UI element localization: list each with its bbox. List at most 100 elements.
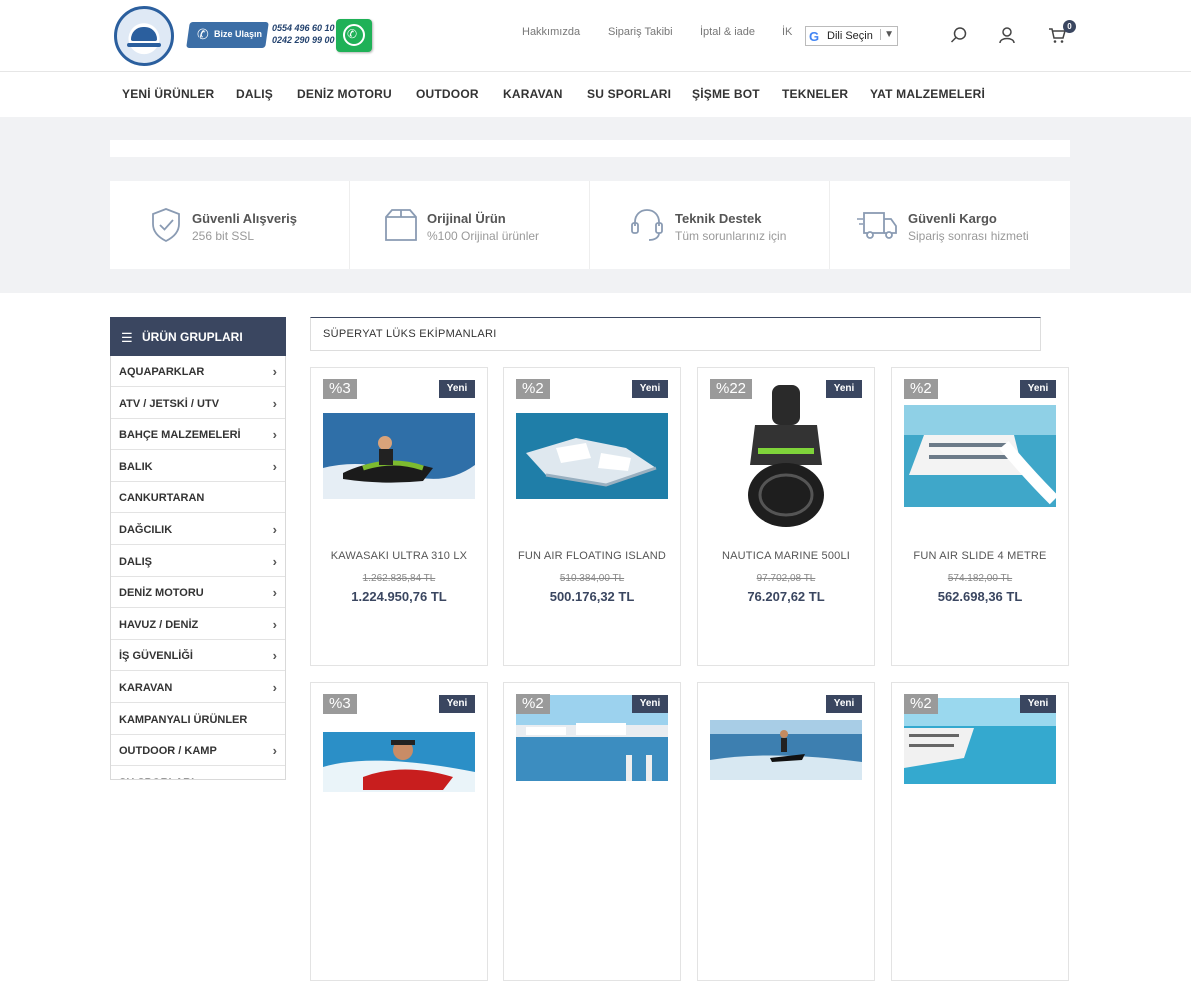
sidebar-category-item[interactable]: SU SPORLARI› (111, 767, 285, 779)
product-image[interactable] (323, 732, 475, 797)
phone-number[interactable]: 0242 290 99 00 (272, 34, 335, 46)
product-name[interactable]: NAUTICA MARINE 500LI (698, 550, 874, 562)
sidebar-category-item[interactable]: HAVUZ / DENİZ › (111, 609, 285, 640)
sidebar-header[interactable]: ☰ ÜRÜN GRUPLARI (110, 317, 286, 356)
sidebar-category-label: ATV / JETSKİ / UTV (119, 397, 220, 410)
user-icon[interactable] (998, 26, 1016, 44)
current-price: 500.176,32 TL (549, 589, 635, 604)
search-icon[interactable] (950, 26, 968, 44)
top-header: ✆ Bize Ulaşın 0554 496 60 10 0242 290 99… (0, 0, 1191, 72)
whatsapp-button[interactable]: ✆ (336, 19, 372, 52)
nav-outdoor[interactable]: OUTDOOR (416, 87, 479, 101)
product-card[interactable]: %2 Yeni FUN AIR SLIDE 4 METRE 574.182,00 TL… (891, 367, 1069, 666)
new-badge: Yeni (1020, 695, 1056, 713)
link-cancel-return[interactable]: İptal & iade (700, 26, 755, 38)
chevron-right-icon: › (272, 427, 277, 443)
sidebar-category-item[interactable]: BAHÇE MALZEMELERİ › (111, 419, 285, 451)
phone-number[interactable]: 0554 496 60 10 (272, 22, 335, 34)
banner-strip (110, 140, 1070, 157)
sidebar-category-item[interactable]: AQUAPARKLAR › (111, 356, 285, 387)
nav-new-products[interactable]: YENİ ÜRÜNLER (122, 87, 214, 101)
sidebar-category-item[interactable]: OUTDOOR / KAMP › (111, 735, 285, 767)
product-image[interactable] (323, 413, 475, 504)
dropdown-arrow-icon: ▼ (880, 29, 894, 40)
phone-icon: ✆ (197, 26, 209, 42)
discount-badge: %22 (710, 379, 753, 399)
old-price: 97.702,08 TL (756, 573, 816, 584)
nav-inflatable-boat[interactable]: ŞİŞME BOT (692, 87, 760, 101)
chevron-right-icon: › (273, 775, 277, 779)
sidebar-category-label: İŞ GÜVENLİĞİ (119, 650, 193, 663)
feature-secure-shipping: Güvenli Kargo Sipariş sonrası hizmeti (830, 181, 1070, 269)
new-badge: Yeni (439, 695, 475, 713)
product-image[interactable] (710, 380, 862, 535)
sidebar-category-label: BALIK (119, 460, 153, 473)
link-about[interactable]: Hakkımızda (522, 26, 580, 38)
sidebar-category-label: KAMPANYALI ÜRÜNLER (119, 713, 248, 726)
chevron-right-icon: › (272, 553, 277, 569)
chevron-right-icon: › (272, 743, 277, 759)
feature-subtitle: 256 bit SSL (192, 229, 255, 243)
new-badge: Yeni (1020, 380, 1056, 398)
logo-wave-shape (127, 43, 161, 47)
product-card[interactable]: %3 Yeni (310, 682, 488, 981)
nav-diving[interactable]: DALIŞ (236, 87, 273, 101)
product-card[interactable]: %2 Yeni (891, 682, 1069, 981)
sidebar-category-item[interactable]: KARAVAN › (111, 672, 285, 703)
feature-secure-shopping: Güvenli Alışveriş 256 bit SSL (110, 181, 350, 269)
logo-dome-shape (131, 27, 157, 41)
product-card[interactable]: %2 Yeni FUN AIR FLOATING ISLAND 510.384,00 … (503, 367, 681, 666)
product-card[interactable]: Yeni (697, 682, 875, 981)
product-name[interactable]: KAWASAKI ULTRA 310 LX (311, 550, 487, 562)
feature-subtitle: %100 Orijinal ürünler (427, 229, 540, 243)
sidebar-category-item[interactable]: DENİZ MOTORU › (111, 577, 285, 609)
link-hr[interactable]: İK (782, 26, 792, 38)
link-order-tracking[interactable]: Sipariş Takibi (608, 26, 673, 38)
current-price: 1.224.950,76 TL (351, 589, 447, 604)
discount-badge: %3 (323, 694, 357, 714)
old-price: 510.384,00 TL (559, 573, 625, 584)
nav-caravan[interactable]: KARAVAN (503, 87, 563, 101)
discount-badge: %2 (516, 379, 550, 399)
main-nav: YENİ ÜRÜNLER DALIŞ DENİZ MOTORU OUTDOOR … (0, 73, 1191, 117)
product-name[interactable]: FUN AIR FLOATING ISLAND (504, 550, 680, 562)
sidebar-category-item[interactable]: ATV / JETSKİ / UTV › (111, 388, 285, 419)
sidebar-category-label: BAHÇE MALZEMELERİ (119, 429, 241, 442)
feature-title: Güvenli Alışveriş (192, 211, 298, 226)
product-card[interactable]: %3 Yeni KAWASAKI ULTRA 310 LX 1.262.835,84 … (310, 367, 488, 666)
sidebar-category-label: KARAVAN (119, 682, 173, 694)
product-card[interactable]: %22 Yeni NAUTICA MARINE 500LI 97.702,08 TL 7… (697, 367, 875, 666)
sidebar-category-item[interactable]: CANKURTARAN (111, 482, 285, 514)
truck-icon (857, 212, 897, 239)
nav-boats[interactable]: TEKNELER (782, 87, 848, 101)
product-image[interactable] (904, 405, 1059, 512)
sidebar-category-label: AQUAPARKLAR (119, 366, 205, 378)
chevron-right-icon: › (272, 585, 277, 601)
site-logo[interactable] (114, 6, 174, 66)
nav-marine-engine[interactable]: DENİZ MOTORU (297, 87, 392, 101)
product-image[interactable] (710, 720, 862, 785)
new-badge: Yeni (439, 380, 475, 398)
chevron-right-icon: › (272, 395, 277, 411)
nav-water-sports[interactable]: SU SPORLARI (587, 87, 671, 101)
product-card[interactable]: %2 Yeni (503, 682, 681, 981)
product-name[interactable]: FUN AIR SLIDE 4 METRE (892, 550, 1068, 562)
section-header: SÜPERYAT LÜKS EKİPMANLARI (310, 317, 1041, 351)
language-select[interactable]: G Dili Seçin ▼ (805, 26, 898, 46)
headset-icon (631, 209, 663, 241)
sidebar-category-item[interactable]: DAĞCILIK › (111, 514, 285, 545)
old-price: 1.262.835,84 TL (362, 573, 436, 584)
sidebar-category-item[interactable]: BALIK › (111, 451, 285, 482)
chevron-right-icon: › (272, 680, 277, 695)
sidebar-category-item[interactable]: DALIŞ › (111, 546, 285, 577)
sidebar-category-label: HAVUZ / DENİZ (119, 618, 199, 631)
product-image[interactable] (516, 413, 668, 504)
nav-yacht-supplies[interactable]: YAT MALZEMELERİ (870, 87, 985, 101)
sidebar-category-item[interactable]: İŞ GÜVENLİĞİ › (111, 640, 285, 672)
cart-count-badge: 0 (1063, 20, 1076, 33)
contact-label[interactable]: Bize Ulaşın (214, 29, 262, 39)
sidebar-category-label: DAĞCILIK (119, 524, 173, 536)
google-icon: G (809, 29, 820, 44)
whatsapp-phone-glyph: ✆ (347, 27, 358, 41)
sidebar-category-item[interactable]: KAMPANYALI ÜRÜNLER (111, 704, 285, 735)
